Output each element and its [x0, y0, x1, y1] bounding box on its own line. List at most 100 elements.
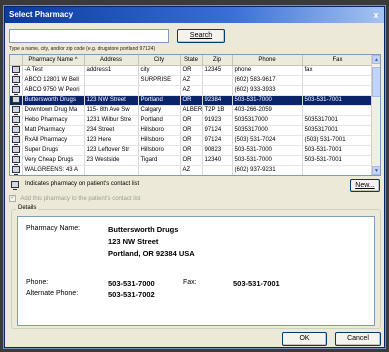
row-icon-cell: [10, 95, 23, 106]
col-header-pharmacy-name-label: Pharmacy Name: [28, 56, 74, 63]
sort-ascending-icon: ^: [74, 56, 78, 63]
table-row[interactable]: Very Cheap Drugs 23 Westside Tigard OR 12340…: [10, 155, 374, 166]
cell-zip: 92384: [202, 95, 233, 106]
col-header-zip[interactable]: Zip: [202, 55, 233, 66]
search-input[interactable]: [9, 29, 169, 43]
scroll-thumb[interactable]: [372, 67, 380, 97]
cell-phone: (602) 933-3933: [232, 85, 303, 96]
table-row[interactable]: ABCO 9750 W Peori AZ (602) 933-3933: [10, 85, 374, 96]
pharmacy-contact-icon: [11, 86, 20, 94]
add-to-contact-row[interactable]: Add this pharmacy to the patient's conta…: [9, 193, 141, 202]
fax-label: Fax:: [183, 279, 197, 286]
row-icon-cell: [10, 165, 23, 175]
cell-zip: 97124: [202, 125, 233, 136]
cell-city: Hillsboro: [138, 135, 181, 146]
address-line2-value: Portland, OR 92384 USA: [108, 249, 195, 258]
cell-phone: 403-266-2059: [232, 105, 303, 116]
add-to-contact-checkbox[interactable]: [9, 193, 16, 202]
cell-fax: [302, 85, 374, 96]
cell-state: AZ: [180, 165, 203, 175]
cell-state: OR: [180, 175, 202, 176]
cell-state: OR: [180, 115, 203, 126]
table-row[interactable]: RxAll Pharmacy 123 Here Hillsboro OR 97124 (5…: [10, 135, 374, 146]
cell-name: Downtown Drug Ma: [22, 105, 85, 116]
cell-name: RxAll Pharmacy: [22, 135, 85, 146]
cell-city: city: [138, 65, 181, 76]
pharmacy-contact-icon: [11, 136, 20, 144]
table-row[interactable]: Winston Drugstore2002 West StreeHillsbor…: [10, 175, 373, 176]
table-row[interactable]: Super Drugs 123 Leftover Str Hillsboro OR 90…: [10, 145, 374, 156]
cell-address: 123 NW Street: [84, 95, 139, 106]
col-header-fax[interactable]: Fax: [302, 55, 374, 66]
grid-scrollbar[interactable]: ▲ ▼: [371, 55, 380, 175]
cell-phone: phone: [232, 65, 303, 76]
cell-zip: T2P 1B: [202, 105, 233, 116]
pharmacy-contact-icon: [11, 181, 19, 190]
cell-address: 23 Westside: [84, 155, 139, 166]
cell-phone: 5035317000: [232, 125, 303, 136]
col-header-phone[interactable]: Phone: [232, 55, 303, 66]
col-header-pharmacy-name[interactable]: Pharmacy Name ^: [22, 55, 85, 66]
ok-button[interactable]: OK: [282, 332, 327, 346]
cancel-button[interactable]: Cancel: [335, 332, 381, 346]
search-button[interactable]: Search: [177, 29, 225, 43]
table-row[interactable]: WALGREENS: 43 A AZ (602) 937-9231: [10, 165, 374, 175]
cell-address: address1: [84, 65, 139, 76]
row-icon-cell: [10, 125, 23, 136]
grid-header: Pharmacy Name ^ Address City State Zip P…: [10, 55, 374, 66]
cell-state: ALBER: [180, 105, 203, 116]
table-row[interactable]: Matt Pharmacy 234 Street Hillsboro OR 97124 5…: [10, 125, 374, 136]
table-row[interactable]: Hebo Pharmacy 1231 Wilbur Stre Portland OR 9…: [10, 115, 374, 126]
fax-value: 503-531-7001: [233, 279, 280, 288]
cell-address: [84, 85, 139, 96]
cell-zip: [202, 85, 233, 96]
dialog-title: Select Pharmacy: [9, 10, 74, 19]
cell-name: WALGREENS: 43 A: [22, 165, 85, 175]
phone-label: Phone:: [26, 279, 49, 286]
cell-phone: (503) 531-7024: [232, 135, 303, 146]
cell-city: [138, 85, 181, 96]
pharmacy-name-label: Pharmacy Name:: [26, 225, 81, 232]
close-icon[interactable]: x: [370, 9, 382, 21]
pharmacy-contact-icon: [11, 76, 20, 84]
cell-state: OR: [180, 135, 203, 146]
cell-state: OR: [180, 65, 203, 76]
cell-phone: (602) 937-9231: [232, 165, 303, 175]
cell-fax: [302, 75, 374, 86]
table-row[interactable]: Downtown Drug Ma 115- 8th Ave Sw Calgary AL…: [10, 105, 374, 116]
cell-fax: [302, 165, 374, 175]
table-row[interactable]: Buttersworth Drugs 123 NW Street Portland O…: [10, 95, 374, 106]
cell-address: 1231 Wilbur Stre: [84, 115, 139, 126]
cell-fax: 503-531-7001: [302, 155, 374, 166]
cell-address: [84, 75, 139, 86]
cell-address: [84, 165, 139, 175]
pharmacy-contact-icon: [11, 116, 20, 124]
col-header-city[interactable]: City: [138, 55, 181, 66]
indicator-text: Indicates pharmacy on patient's contact …: [25, 181, 140, 187]
pharmacy-contact-icon: [11, 126, 20, 134]
table-row[interactable]: -A Test address1 city OR 12345 phone fax: [10, 65, 374, 76]
row-icon-cell: [10, 135, 23, 146]
cell-state: OR: [180, 145, 203, 156]
cell-city: Hillsboro: [138, 175, 180, 176]
pharmacy-contact-icon: [11, 166, 20, 174]
cell-name: Matt Pharmacy: [22, 125, 85, 136]
col-header-address[interactable]: Address: [84, 55, 139, 66]
cell-state: OR: [180, 125, 203, 136]
scroll-up-icon[interactable]: ▲: [372, 55, 380, 64]
details-panel: Pharmacy Name: Buttersworth Drugs 123 NW…: [17, 216, 375, 326]
details-legend: Details: [16, 205, 39, 211]
pharmacy-contact-icon: [11, 156, 20, 164]
cell-phone: 503-531-7000: [232, 145, 303, 156]
cell-address: 2002 West Stree: [84, 175, 138, 176]
cell-name: Very Cheap Drugs: [22, 155, 85, 166]
col-header-state[interactable]: State: [180, 55, 203, 66]
title-bar: Select Pharmacy x: [5, 7, 384, 23]
cell-zip: [202, 75, 233, 86]
cell-city: Calgary: [138, 105, 181, 116]
table-row[interactable]: ABCO 12801 W Bell SURPRISE AZ (602) 583-961…: [10, 75, 374, 86]
new-pharmacy-button[interactable]: New...: [350, 179, 380, 192]
scroll-down-icon[interactable]: ▼: [372, 166, 380, 175]
cell-state: AZ: [180, 75, 203, 86]
cell-fax: 5035317001: [302, 175, 373, 176]
